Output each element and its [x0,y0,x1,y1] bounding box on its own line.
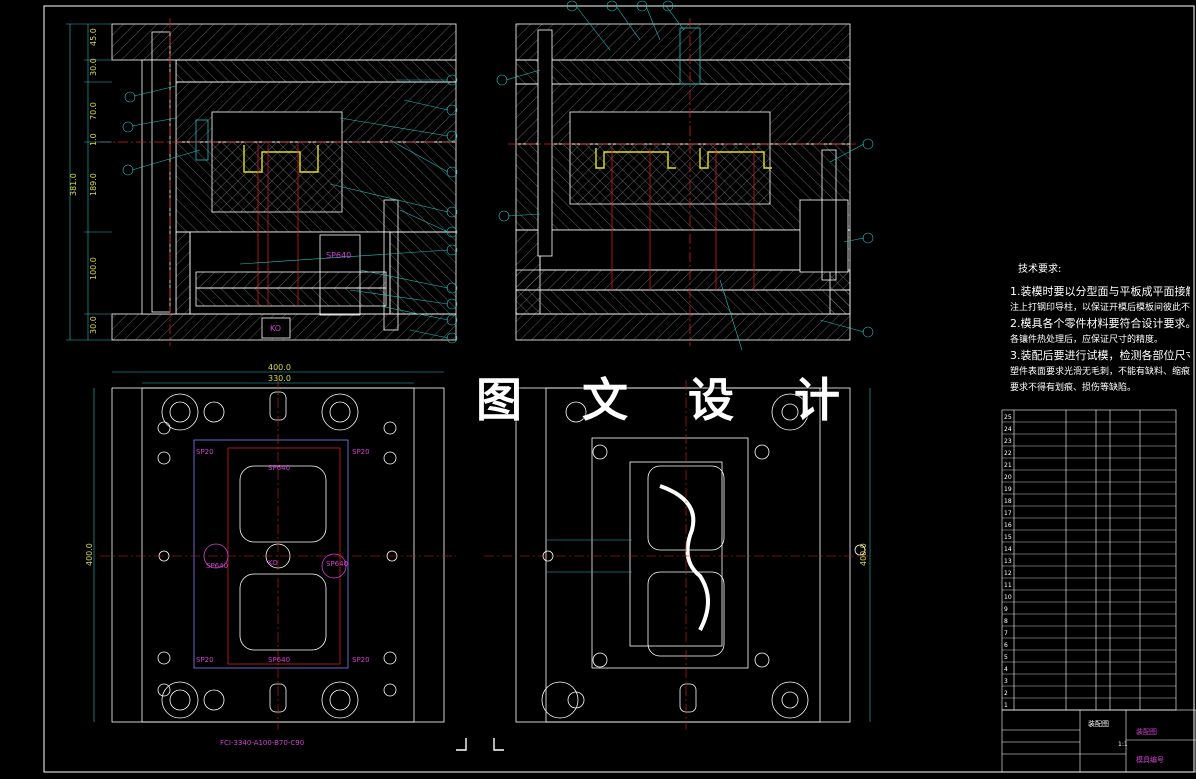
svg-text:SP20: SP20 [196,448,214,456]
svg-text:SP640: SP640 [206,562,228,570]
svg-text:SP20: SP20 [352,448,370,456]
bom-row-number: 19 [1004,486,1012,493]
left-section-view [100,18,460,346]
svg-text:45.0: 45.0 [89,28,98,46]
left-plan-centerlines [100,380,456,730]
bom-row-number: 22 [1004,450,1012,457]
top-clamp-plate [111,23,457,61]
bom-row-number: 4 [1004,666,1008,673]
bom-row-number: 14 [1004,546,1012,553]
watermark-text: 图 文 设 计 [476,373,863,427]
cavity-insert [211,111,343,143]
svg-text:189.0: 189.0 [89,173,98,196]
ejector-space-r [539,229,831,271]
bom-row-number: 13 [1004,558,1012,565]
svg-text:模具编号: 模具编号 [1136,755,1164,764]
stripper-plate [175,59,457,83]
svg-text:SP20: SP20 [196,656,214,664]
bom-row-number: 15 [1004,534,1012,541]
tech-req-title: 技术要求: [1018,264,1062,275]
guide-column-left [141,59,177,315]
svg-text:SP640: SP640 [268,464,290,472]
bom-row-number: 23 [1004,438,1012,445]
left-dimension-texts: 45.0 30.0 70.0 1.0 189.0 381.0 100.0 30.… [69,28,98,334]
svg-text:30.0: 30.0 [89,58,98,76]
bom-row-number: 9 [1004,606,1008,613]
view-marks [456,738,504,751]
svg-text:装配图: 装配图 [1088,719,1109,728]
bom-row-number: 2 [1004,690,1008,697]
bom-row-number: 25 [1004,414,1012,421]
svg-text:KO: KO [270,324,281,333]
tech-req-item: 2.模具各个零件材料要符合设计要求。 [1010,317,1190,330]
ejector-retainer-plate [195,271,387,289]
ejector-plate [195,287,387,307]
svg-text:KO: KO [268,559,278,567]
bom-table [1001,409,1196,773]
svg-text:1.0: 1.0 [89,133,98,146]
bom-row-number: 11 [1004,582,1012,589]
bom-row-number: 21 [1004,462,1012,469]
right-plan-dim-texts: 400.0 [859,543,868,566]
bom-row-number: 17 [1004,510,1012,517]
bom-row-number: 6 [1004,642,1008,649]
svg-text:400.0: 400.0 [85,543,94,566]
svg-text:SP640: SP640 [326,560,348,568]
left-plan-dim-texts: 400.0 330.0 400.0 [85,363,291,566]
bom-row-number: 7 [1004,630,1008,637]
mold-base-label: FCI-3340-A100-B70-C90 [220,739,304,747]
tech-req-item: 各镶件热处理后，应保证尺寸的精度。 [1010,335,1164,345]
right-plan-view [515,387,866,723]
bom-row-number: 18 [1004,498,1012,505]
support-rail-right [389,231,457,315]
svg-text:30.0: 30.0 [89,316,98,334]
support-rail-left [175,231,191,315]
right-plan-centerlines [484,380,868,730]
bom-row-number: 5 [1004,654,1008,661]
svg-text:100.0: 100.0 [89,257,98,280]
bom-row-number: 1 [1004,702,1008,709]
svg-text:400.0: 400.0 [859,543,868,566]
svg-text:381.0: 381.0 [69,173,78,196]
left-plan-dims [93,371,444,722]
top-clamp-plate-r [515,23,851,61]
cavity-1 [239,465,327,543]
svg-text:1:1: 1:1 [1118,741,1128,748]
runner-plate-r [515,59,851,85]
tech-req-item: 要求不得有划痕、损伤等缺陷。 [1010,383,1137,393]
svg-text:SP20: SP20 [352,656,370,664]
bom-row-number: 8 [1004,618,1008,625]
bom-rows: 2524232221201918171615141312111098765432… [1002,414,1176,711]
bottom-clamp-r [515,313,851,341]
tech-req-item: 注上打钢印导柱，以保证开模后模板间彼此不错位。 [1010,303,1190,313]
right-section-view [508,18,856,346]
bom-row-number: 16 [1004,522,1012,529]
cavity-2 [239,573,327,651]
svg-text:400.0: 400.0 [268,363,291,372]
bom-row-number: 12 [1004,570,1012,577]
tech-req-item: 3.装配后要进行试模，检测各部位尺寸是否合格。 [1010,349,1190,362]
bom-row-number: 20 [1004,474,1012,481]
bom-row-number: 24 [1004,426,1012,433]
bom-row-number: 3 [1004,678,1008,685]
svg-text:SP640: SP640 [326,251,351,260]
bom-row-number: 10 [1004,594,1012,601]
technical-requirements: 技术要求: 1.装模时要以分型面与平板成平面接触，以保证各模板的平行度。 注上打… [1010,262,1190,396]
svg-text:装配图: 装配图 [1136,727,1157,736]
svg-text:330.0: 330.0 [268,374,291,383]
svg-text:70.0: 70.0 [89,102,98,120]
left-plan-labels: KO SP640 SP640 SP640 SP640 SP20 SP20 SP2… [196,448,370,747]
svg-text:SP640: SP640 [268,656,290,664]
tech-req-item: 1.装模时要以分型面与平板成平面接触，以保证各模板的平行度。 [1010,285,1190,298]
tech-req-item: 塑件表面要求光滑无毛刺，不能有缺料、缩痕等缺陷。 [1010,367,1190,377]
